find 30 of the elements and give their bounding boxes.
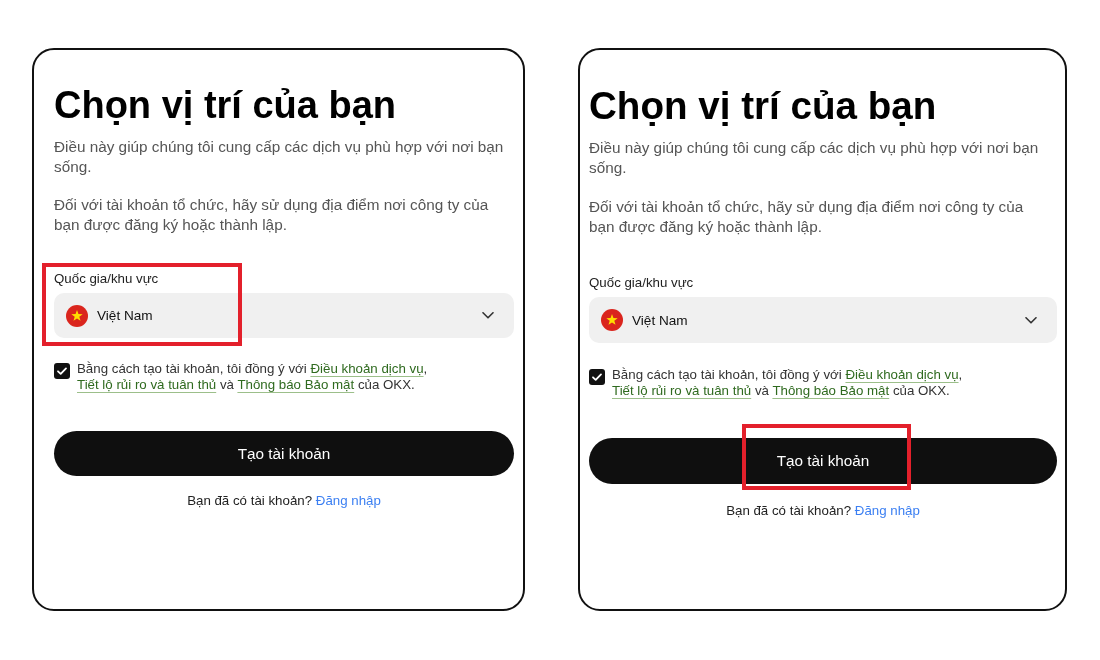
country-select[interactable]: Việt Nam	[589, 297, 1057, 343]
signin-prompt: Bạn đã có tài khoản?	[726, 503, 852, 518]
page-title: Chọn vị trí của bạn	[589, 84, 938, 128]
checkbox[interactable]	[589, 369, 605, 385]
flag-icon	[66, 304, 88, 327]
field-label: Quốc gia/khu vực	[54, 271, 160, 287]
page-title: Chọn vị trí của bạn	[54, 83, 398, 127]
consent-link[interactable]: Thông báo Bảo mật	[772, 383, 890, 398]
country-select[interactable]: Việt Nam	[54, 293, 514, 338]
consent-text: Bằng cách tạo tài khoản, tôi đồng ý với Điều khoản dịch vụ, Tiết lộ rủi ro và tuân thủ và Thông báo Bảo mật của OKX.	[77, 361, 429, 393]
consent-link[interactable]: Tiết lộ rủi ro và tuân thủ	[612, 383, 752, 398]
signin-prompt: Bạn đã có tài khoản?	[187, 493, 313, 508]
note-text: Đối với tài khoản tổ chức, hãy sử dụng địa điểm nơi công ty của bạn được đăng ký hoặc thành lập.	[54, 195, 490, 235]
note-text: Đối với tài khoản tổ chức, hãy sử dụng địa điểm nơi công ty của bạn được đăng ký hoặc thành lập.	[589, 197, 1025, 237]
field-label: Quốc gia/khu vực	[589, 275, 695, 291]
create-account-button[interactable]: Tạo tài khoản	[54, 431, 514, 476]
signin-link[interactable]: Đăng nhập	[854, 503, 920, 518]
flag-icon	[601, 309, 623, 331]
consent-link[interactable]: Tiết lộ rủi ro và tuân thủ	[77, 377, 217, 392]
consent-link[interactable]: Điều khoản dịch vụ	[310, 361, 424, 376]
intro-text: Điều này giúp chúng tôi cung cấp các dịch vụ phù hợp với nơi bạn sống.	[589, 138, 1040, 178]
consent-link[interactable]: Điều khoản dịch vụ	[845, 367, 959, 382]
create-account-button[interactable]: Tạo tài khoản	[589, 438, 1057, 484]
consent-link[interactable]: Thông báo Bảo mật	[237, 377, 355, 392]
consent-text: Bằng cách tạo tài khoản, tôi đồng ý với Điều khoản dịch vụ, Tiết lộ rủi ro và tuân thủ và Thông báo Bảo mật của OKX.	[612, 367, 964, 399]
chevron-down-icon	[1025, 316, 1037, 324]
chevron-down-icon	[482, 312, 494, 319]
signin-link[interactable]: Đăng nhập	[315, 493, 381, 508]
intro-text: Điều này giúp chúng tôi cung cấp các dịch vụ phù hợp với nơi bạn sống.	[54, 137, 505, 177]
checkbox[interactable]	[54, 363, 70, 379]
